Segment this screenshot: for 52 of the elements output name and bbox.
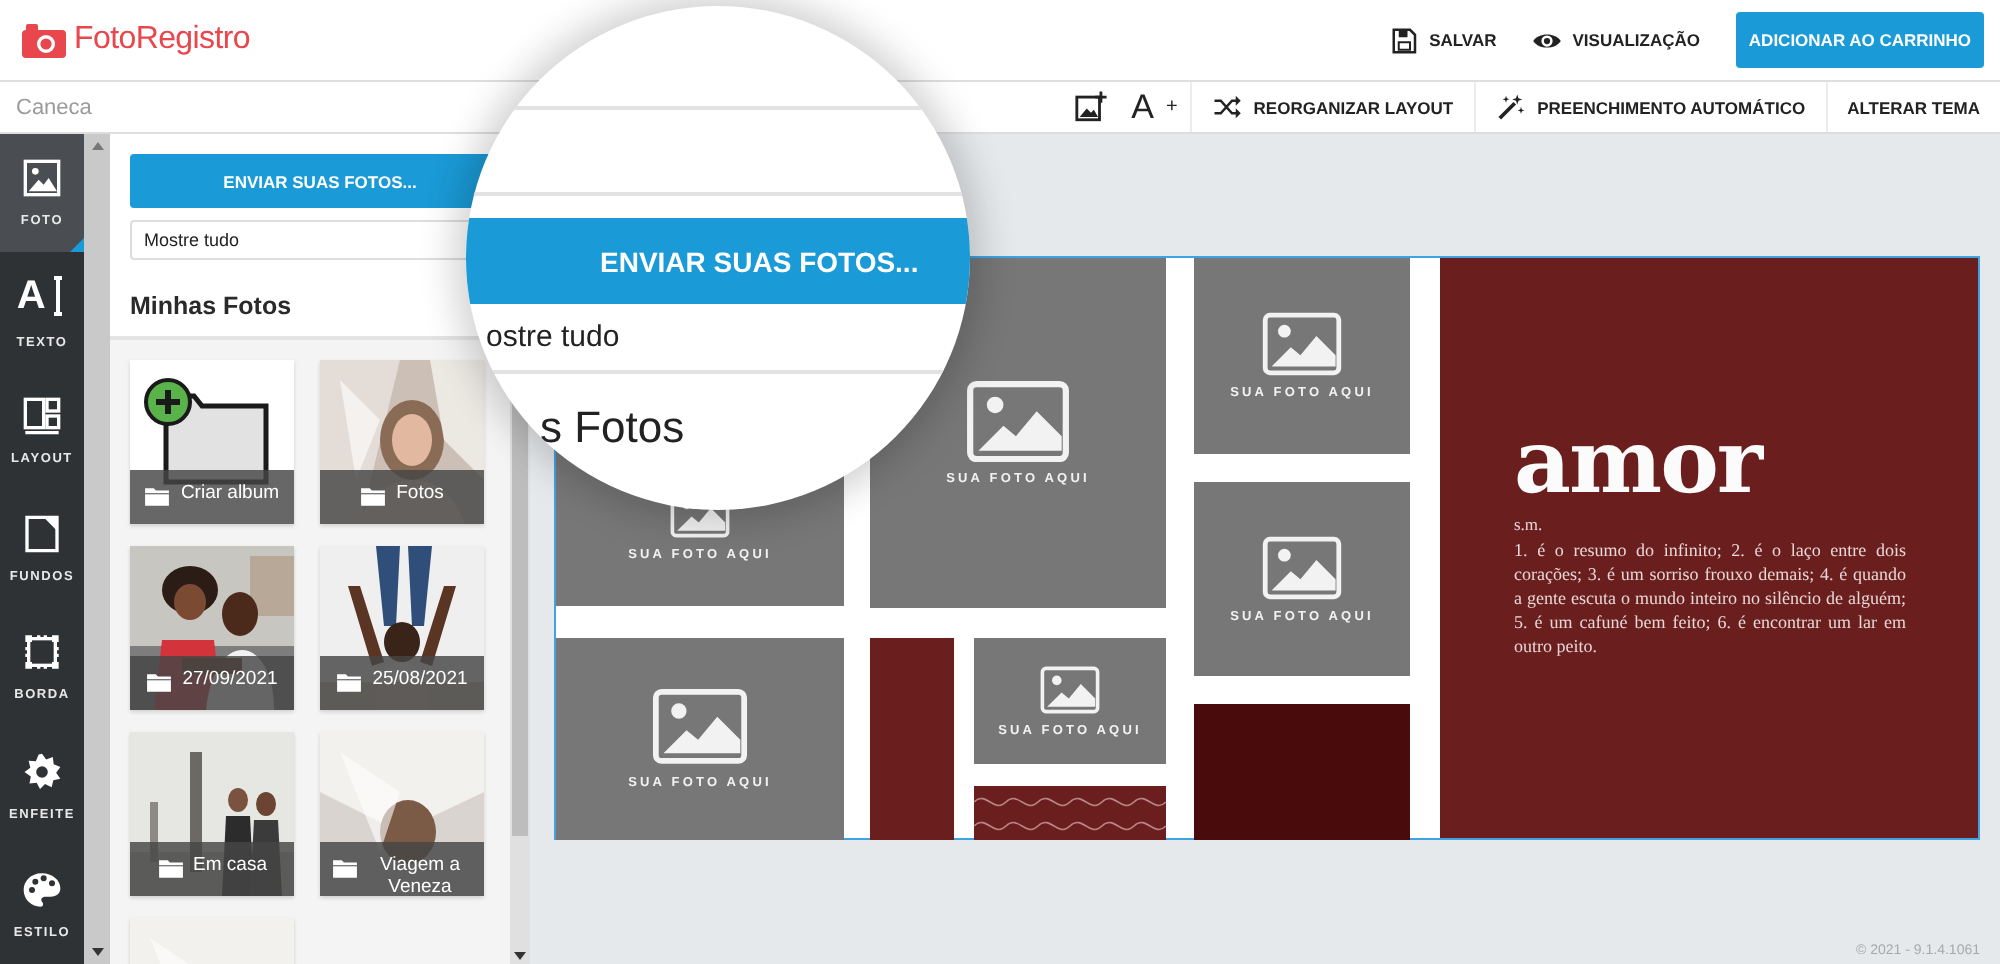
product-name: Caneca [14,95,92,119]
color-block[interactable] [870,638,954,840]
shuffle-icon [1211,92,1242,122]
palette-icon [22,869,62,910]
rearrange-layout-link[interactable]: REORGANIZAR LAYOUT [1253,97,1454,117]
autofill-link[interactable]: PREENCHIMENTO AUTOMÁTICO [1537,97,1806,117]
folder-icon [144,484,171,510]
gear-icon [22,751,62,792]
folder-icon [360,484,387,510]
album-tile[interactable]: Em casa [130,732,294,896]
album-label: Criar album [180,482,280,506]
color-block[interactable] [1194,704,1410,840]
add-image-icon [1073,90,1108,124]
save-link[interactable]: SALVAR [1429,30,1497,50]
image-icon [1262,535,1342,599]
folder-icon [157,856,184,882]
album-tile[interactable]: Fotos [320,360,484,524]
album-label: Fotos [396,482,444,506]
folder-icon [336,670,363,696]
pattern-block[interactable] [974,786,1166,840]
save-icon [1389,25,1420,55]
add-text-button[interactable]: A$^{+}$ [1119,82,1190,132]
text-panel[interactable] [1440,258,1978,838]
preview-link[interactable]: VISUALIZAÇÃO [1572,30,1700,50]
album-label: Em casa [193,854,267,878]
album-label: 27/09/2021 [182,668,278,692]
image-icon [1262,312,1342,376]
page-icon [22,513,62,554]
change-theme-button[interactable]: ALTERAR TEMA [1825,82,2000,132]
album-label: 25/08/2021 [372,668,468,692]
magnified-filter-text: ostre tudo [486,320,620,354]
heading-word: amor [1514,420,1766,508]
image-icon [22,158,62,199]
image-icon [966,379,1070,463]
album-label: Viagem a Veneza [378,854,462,896]
camera-logo-icon [20,21,68,59]
definition-text: 1. é o resumo do infinito; 2. é o laço entre dois corações; 3. é um sorriso frouxo demais; 4. é quando a gente escuta o mundo inteiro no silêncio de alguém; 5. é um cafuné bem feito; 6. é encontrar um lar em outro peito. [1514,538,1906,658]
frame-border-icon [22,632,62,673]
image-icon [652,688,748,766]
magic-wand-icon [1495,92,1526,122]
logo-text[interactable]: FotoRegistro [74,22,250,58]
album-tile[interactable]: 27/09/2021 [130,546,294,710]
album-tile[interactable]: Viagem a Veneza [320,732,484,896]
folder-icon [332,856,358,882]
word-class: s.m. [1514,514,1545,534]
create-album-tile[interactable]: Criar album [130,360,294,524]
folder-icon [146,670,173,696]
image-icon [1040,665,1100,713]
magnified-title: s Fotos [540,402,685,452]
layout-icon [22,395,62,436]
section-title: Minhas Fotos [130,292,294,320]
album-tile[interactable]: 25/08/2021 [320,546,484,710]
